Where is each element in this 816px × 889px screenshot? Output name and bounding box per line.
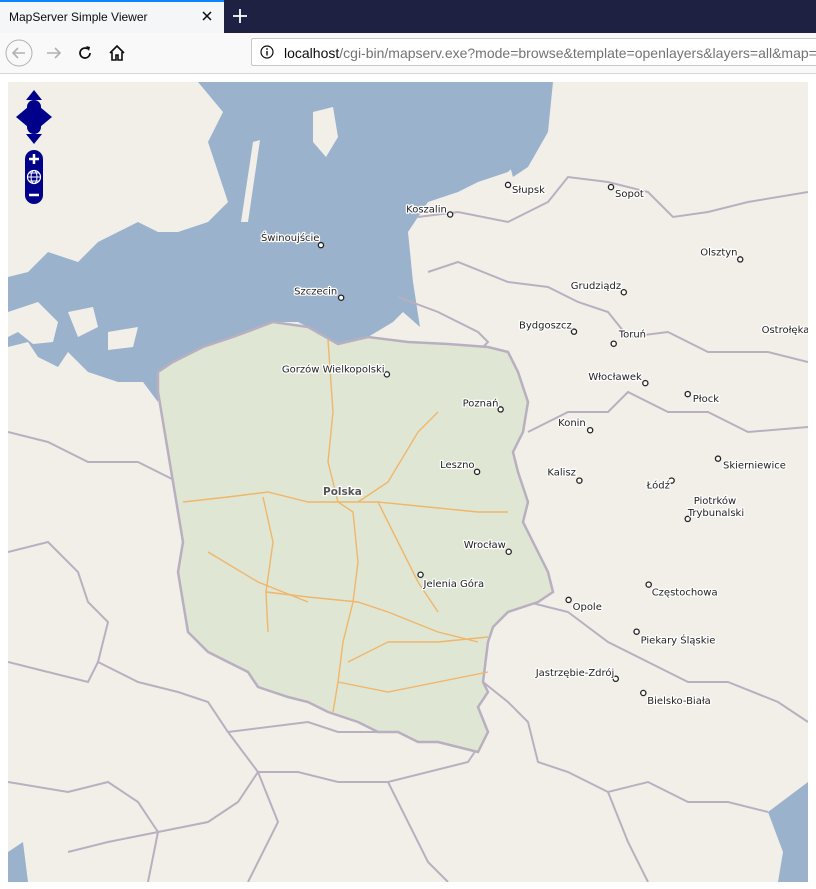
plus-icon[interactable] (29, 154, 39, 164)
city-marker (576, 477, 583, 484)
navigation-toolbar: localhost/cgi-bin/mapserv.exe?mode=brows… (0, 33, 816, 74)
city-label: Jastrzębie-Zdrój (535, 667, 615, 679)
new-tab-icon[interactable] (230, 6, 250, 26)
city-label: Piekary Śląskie (641, 634, 716, 647)
city-marker (645, 581, 652, 588)
tab-strip: MapServer Simple Viewer (0, 0, 816, 33)
city-marker (633, 628, 640, 635)
city-marker (714, 455, 722, 462)
city-marker (417, 571, 424, 578)
map-canvas[interactable]: KoszalinSłupskSopotŚwinoujścieSuwałkiOls… (8, 82, 808, 882)
pan-arrows-icon[interactable] (16, 90, 52, 144)
city-marker (505, 548, 512, 556)
city-label: Ostrołęka (762, 325, 808, 336)
city-label: Grudziądz (571, 281, 621, 292)
arrow-right-icon (47, 47, 62, 59)
city-marker (383, 371, 391, 378)
city-label: Olsztyn (700, 247, 737, 258)
info-icon[interactable] (260, 45, 274, 59)
city-label: Poznań (463, 397, 499, 409)
city-label: Świnoujście (261, 231, 320, 244)
city-label: Opole (573, 602, 602, 613)
city-label: Słupsk (512, 185, 545, 196)
city-label: Kalisz (547, 468, 576, 479)
url-bar[interactable]: localhost/cgi-bin/mapserv.exe?mode=brows… (251, 38, 816, 66)
arrow-left-icon (5, 39, 33, 67)
city-marker (570, 328, 578, 335)
reload-button[interactable] (71, 39, 99, 67)
city-label: Trybunalski (687, 508, 744, 519)
tab-title: MapServer Simple Viewer (9, 10, 148, 24)
city-marker (337, 294, 345, 301)
city-marker (642, 379, 649, 387)
city-label: Sopot (615, 189, 644, 200)
pan-right-icon[interactable] (40, 107, 52, 127)
pan-body (27, 100, 41, 134)
city-marker (620, 288, 628, 296)
city-label: Jelenia Góra (423, 578, 485, 590)
url-host: localhost (284, 45, 340, 61)
city-marker (586, 426, 594, 434)
pan-down-icon[interactable] (26, 134, 42, 144)
city-marker (504, 181, 512, 189)
city-label: Bydgoszcz (519, 321, 572, 332)
city-label: Wrocław (464, 540, 506, 551)
forward-button[interactable] (40, 39, 68, 67)
back-button[interactable] (5, 39, 33, 67)
url-path: /cgi-bin/mapserv.exe?mode=browse&templat… (339, 45, 816, 61)
home-icon (109, 44, 125, 61)
map-viewport[interactable]: KoszalinSłupskSopotŚwinoujścieSuwałkiOls… (8, 82, 808, 882)
country-label: Polska (323, 486, 362, 498)
city-label: Częstochowa (652, 588, 718, 599)
city-label: Gorzów Wielkopolski (282, 363, 385, 375)
city-label: Leszno (440, 460, 474, 471)
tab-active[interactable]: MapServer Simple Viewer (0, 0, 224, 33)
city-label: Skierniewice (723, 461, 786, 472)
city-marker (497, 406, 504, 413)
city-label: Koszalin (406, 204, 447, 215)
reload-icon (79, 46, 91, 59)
globe-icon[interactable] (26, 169, 42, 185)
city-label: Konin (558, 418, 586, 429)
city-label: Piotrków (694, 495, 736, 507)
home-button[interactable] (103, 39, 131, 67)
url-text: localhost/cgi-bin/mapserv.exe?mode=brows… (284, 45, 816, 61)
zoom-control (25, 150, 43, 204)
city-marker (610, 340, 617, 347)
pan-left-icon[interactable] (16, 107, 28, 127)
city-marker (607, 183, 615, 191)
city-label: Toruń (618, 329, 646, 341)
close-icon[interactable] (200, 9, 214, 23)
city-label: Szczecin (294, 287, 337, 298)
city-marker (473, 468, 481, 476)
city-marker (736, 256, 744, 263)
city-label: Włocławek (588, 372, 642, 383)
city-marker (640, 689, 647, 697)
city-label: Bielsko-Biała (647, 696, 711, 707)
city-label: Łódź (646, 480, 670, 492)
city-marker (446, 211, 454, 218)
city-label: Płock (693, 394, 719, 405)
city-marker (684, 390, 691, 398)
city-marker (565, 596, 572, 604)
pan-up-icon[interactable] (26, 90, 42, 100)
